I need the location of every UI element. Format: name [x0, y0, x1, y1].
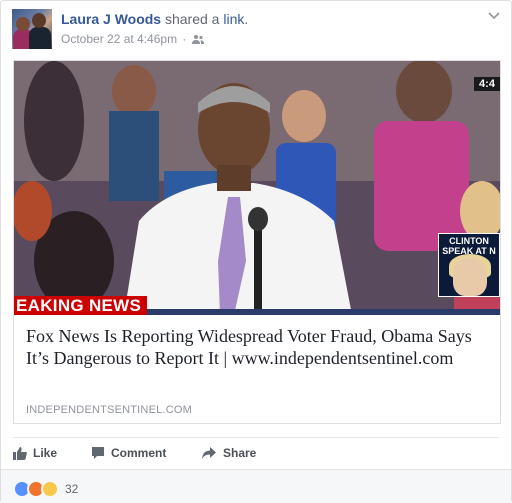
link-preview-image[interactable]: EAKING NEWS 4:4 CLINTON SPEAK AT N [14, 61, 500, 315]
friends-icon[interactable] [191, 34, 204, 44]
like-label: Like [33, 446, 58, 460]
author-name[interactable]: Laura J Woods [61, 11, 161, 27]
reaction-count[interactable]: 32 [65, 482, 78, 496]
action-divider [13, 437, 499, 438]
meta-separator: · [182, 32, 187, 46]
link-title[interactable]: Fox News Is Reporting Widespread Voter F… [26, 325, 488, 369]
wow-reaction-icon [41, 480, 59, 498]
link-domain: INDEPENDENTSENTINEL.COM [26, 404, 192, 416]
like-button[interactable]: Like [13, 441, 57, 465]
thumbs-up-icon [13, 447, 27, 460]
comment-button[interactable]: Comment [91, 441, 166, 465]
post-title-line: Laura J Woods shared a link. [61, 11, 248, 27]
post-timestamp[interactable]: October 22 at 4:46pm [61, 32, 177, 46]
link-preview-card[interactable]: EAKING NEWS 4:4 CLINTON SPEAK AT N Fox N… [13, 60, 501, 424]
news-photo [14, 61, 500, 315]
share-verb: shared a [164, 11, 220, 27]
feed-post: Laura J Woods shared a link. October 22 … [0, 0, 512, 503]
inset-label: CLINTON SPEAK AT N [442, 236, 496, 256]
link-caption[interactable]: Fox News Is Reporting Widespread Voter F… [14, 315, 500, 423]
breaking-news-banner: EAKING NEWS [14, 296, 148, 315]
post-header: Laura J Woods shared a link. October 22 … [12, 9, 501, 49]
inset-image: CLINTON SPEAK AT N [438, 233, 500, 297]
video-clock: 4:4 [474, 77, 500, 91]
author-avatar[interactable] [12, 9, 52, 49]
comment-icon [92, 447, 104, 459]
reactions-bar: 32 [1, 469, 511, 503]
share-verb-end: . [244, 11, 249, 27]
share-button[interactable]: Share [201, 441, 256, 465]
shared-link-label[interactable]: link [223, 11, 244, 27]
chevron-down-icon[interactable] [487, 11, 501, 21]
share-label: Share [223, 446, 257, 460]
post-meta: October 22 at 4:46pm · [61, 32, 204, 46]
comment-label: Comment [111, 446, 167, 460]
share-icon [202, 447, 216, 459]
